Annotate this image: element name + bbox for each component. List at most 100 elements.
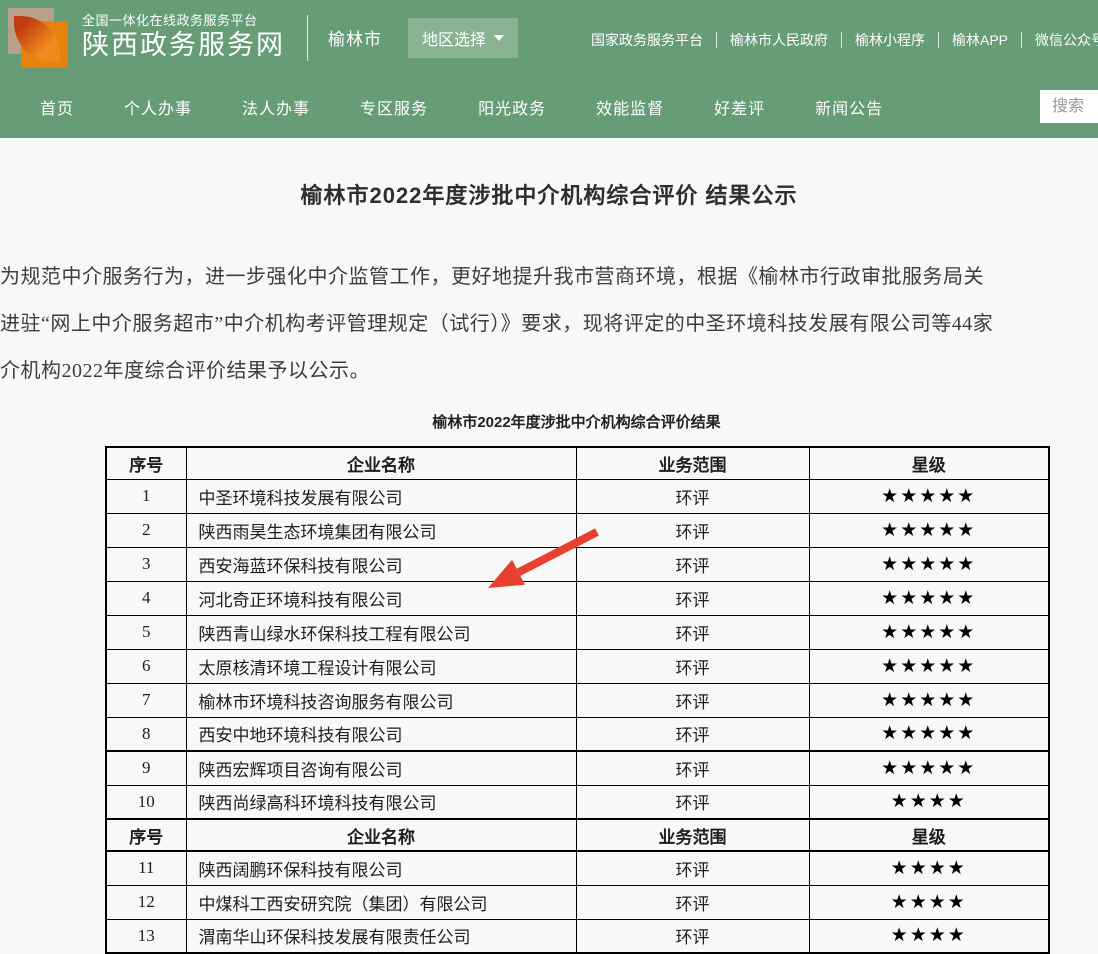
results-table-wrapper: 序号 企业名称 业务范围 星级 1 中圣环境科技发展有限公司 环评 ★★★★★ (105, 446, 1048, 954)
nav-items: 首页 个人办事 法人办事 专区服务 阳光政务 效能监督 好差评 新闻公告 (40, 95, 933, 119)
star-rating-cell: ★★★★★ (809, 581, 1049, 615)
announcement-article: 榆林市2022年度涉批中介机构综合评价 结果公示 为规范中介服务行为，进一步强化… (0, 138, 1098, 954)
row-number-cell: 8 (106, 717, 186, 751)
row-number-cell: 12 (106, 885, 186, 919)
paragraph-line: 介机构2022年度综合评价结果予以公示。 (0, 348, 1098, 395)
company-name-cell: 陕西宏辉项目咨询有限公司 (186, 751, 576, 785)
paragraph-line: 为规范中介服务行为，进一步强化中介监管工作，更好地提升我市营商环境，根据《榆林市… (0, 254, 1098, 301)
top-link[interactable]: 微信公众号 (1022, 32, 1098, 48)
nav-item[interactable]: 效能监督 (596, 95, 664, 119)
row-number-cell: 10 (106, 785, 186, 819)
star-rating-cell: ★★★★★ (809, 649, 1049, 683)
platform-tagline: 全国一体化在线政务服务平台 (82, 13, 285, 29)
row-number-cell: 3 (106, 547, 186, 581)
row-number-cell: 1 (106, 479, 186, 513)
star-rating-cell: ★★★★ (809, 785, 1049, 819)
company-name-cell: 陕西青山绿水环保科技工程有限公司 (186, 615, 576, 649)
main-navigation: 首页 个人办事 法人办事 专区服务 阳光政务 效能监督 好差评 新闻公告 (0, 75, 1098, 138)
business-scope-cell: 环评 (576, 513, 809, 547)
col-header-stars: 星级 (809, 819, 1049, 851)
company-name-cell: 西安海蓝环保科技有限公司 (186, 547, 576, 581)
table-header-section-2: 序号 企业名称 业务范围 星级 (106, 819, 1049, 851)
company-name-cell: 榆林市环境科技咨询服务有限公司 (186, 683, 576, 717)
table-row: 6 太原核清环境工程设计有限公司 环评 ★★★★★ (106, 649, 1049, 683)
top-link[interactable]: 榆林APP (939, 32, 1022, 48)
table-row: 8 西安中地环境科技有限公司 环评 ★★★★★ (106, 717, 1049, 751)
col-header-scope: 业务范围 (576, 819, 809, 851)
row-number-cell: 5 (106, 615, 186, 649)
table-row: 2 陕西雨昊生态环境集团有限公司 环评 ★★★★★ (106, 513, 1049, 547)
row-number-cell: 11 (106, 851, 186, 885)
top-link[interactable]: 榆林市人民政府 (717, 32, 842, 48)
star-rating-cell: ★★★★★ (809, 513, 1049, 547)
business-scope-cell: 环评 (576, 751, 809, 785)
site-brand[interactable]: 全国一体化在线政务服务平台 陕西政务服务网 (82, 13, 285, 63)
top-link[interactable]: 国家政务服务平台 (578, 32, 717, 48)
business-scope-cell: 环评 (576, 683, 809, 717)
table-rows-11-13: 11 陕西阔鹏环保科技有限公司 环评 ★★★★ 12 中煤科工西安研究院（集团）… (106, 851, 1049, 953)
star-rating-cell: ★★★★ (809, 885, 1049, 919)
top-header-bar: 全国一体化在线政务服务平台 陕西政务服务网 榆林市 地区选择 国家政务服务平台榆… (0, 0, 1098, 75)
paragraph-line: 进驻“网上中介服务超市”中介机构考评管理规定（试行）》要求，现将评定的中圣环境科… (0, 301, 1098, 348)
col-header-no: 序号 (106, 447, 186, 479)
top-links: 国家政务服务平台榆林市人民政府榆林小程序榆林APP微信公众号 (578, 32, 1098, 48)
table-rows-1-10: 1 中圣环境科技发展有限公司 环评 ★★★★★ 2 陕西雨昊生态环境集团有限公司… (106, 479, 1049, 819)
business-scope-cell: 环评 (576, 785, 809, 819)
star-rating-cell: ★★★★★ (809, 479, 1049, 513)
company-name-cell: 中煤科工西安研究院（集团）有限公司 (186, 885, 576, 919)
brand-divider (307, 15, 308, 61)
row-number-cell: 13 (106, 919, 186, 953)
page-title: 榆林市2022年度涉批中介机构综合评价 结果公示 (0, 178, 1098, 210)
business-scope-cell: 环评 (576, 479, 809, 513)
row-number-cell: 7 (106, 683, 186, 717)
current-city-label: 榆林市 (328, 25, 382, 50)
table-row: 11 陕西阔鹏环保科技有限公司 环评 ★★★★ (106, 851, 1049, 885)
nav-item[interactable]: 阳光政务 (478, 95, 546, 119)
table-row: 7 榆林市环境科技咨询服务有限公司 环评 ★★★★★ (106, 683, 1049, 717)
col-header-no: 序号 (106, 819, 186, 851)
row-number-cell: 6 (106, 649, 186, 683)
company-name-cell: 渭南华山环保科技发展有限责任公司 (186, 919, 576, 953)
site-name: 陕西政务服务网 (82, 29, 285, 63)
header-row-repeat: 序号 企业名称 业务范围 星级 (106, 819, 1049, 851)
row-number-cell: 9 (106, 751, 186, 785)
announcement-paragraph: 为规范中介服务行为，进一步强化中介监管工作，更好地提升我市营商环境，根据《榆林市… (0, 254, 1098, 395)
business-scope-cell: 环评 (576, 581, 809, 615)
top-link[interactable]: 榆林小程序 (842, 32, 939, 48)
nav-item[interactable]: 好差评 (714, 95, 765, 119)
table-row: 3 西安海蓝环保科技有限公司 环评 ★★★★★ (106, 547, 1049, 581)
nav-item[interactable]: 新闻公告 (815, 95, 883, 119)
row-number-cell: 4 (106, 581, 186, 615)
business-scope-cell: 环评 (576, 649, 809, 683)
business-scope-cell: 环评 (576, 885, 809, 919)
col-header-company: 企业名称 (186, 819, 576, 851)
page: { "colors":{ "header_green":"#669d77", "… (0, 0, 1098, 947)
business-scope-cell: 环评 (576, 851, 809, 885)
business-scope-cell: 环评 (576, 615, 809, 649)
nav-item[interactable]: 专区服务 (360, 95, 428, 119)
site-logo[interactable] (8, 8, 68, 68)
region-select-label: 地区选择 (422, 26, 486, 50)
star-rating-cell: ★★★★★ (809, 547, 1049, 581)
header-row: 序号 企业名称 业务范围 星级 (106, 447, 1049, 479)
table-row: 5 陕西青山绿水环保科技工程有限公司 环评 ★★★★★ (106, 615, 1049, 649)
region-select-button[interactable]: 地区选择 (408, 18, 518, 58)
table-row: 13 渭南华山环保科技发展有限责任公司 环评 ★★★★ (106, 919, 1049, 953)
table-row: 12 中煤科工西安研究院（集团）有限公司 环评 ★★★★ (106, 885, 1049, 919)
table-row: 4 河北奇正环境科技有限公司 环评 ★★★★★ (106, 581, 1049, 615)
star-rating-cell: ★★★★ (809, 919, 1049, 953)
search-input[interactable] (1040, 90, 1098, 123)
table-caption: 榆林市2022年度涉批中介机构综合评价结果 (105, 411, 1048, 432)
nav-item[interactable]: 个人办事 (124, 95, 192, 119)
table-row: 1 中圣环境科技发展有限公司 环评 ★★★★★ (106, 479, 1049, 513)
table-header-section-1: 序号 企业名称 业务范围 星级 (106, 447, 1049, 479)
star-rating-cell: ★★★★★ (809, 683, 1049, 717)
table-row: 10 陕西尚绿高科环境科技有限公司 环评 ★★★★ (106, 785, 1049, 819)
nav-item[interactable]: 首页 (40, 95, 74, 119)
star-rating-cell: ★★★★★ (809, 751, 1049, 785)
chevron-down-icon (494, 35, 504, 41)
nav-item[interactable]: 法人办事 (242, 95, 310, 119)
col-header-stars: 星级 (809, 447, 1049, 479)
col-header-scope: 业务范围 (576, 447, 809, 479)
row-number-cell: 2 (106, 513, 186, 547)
